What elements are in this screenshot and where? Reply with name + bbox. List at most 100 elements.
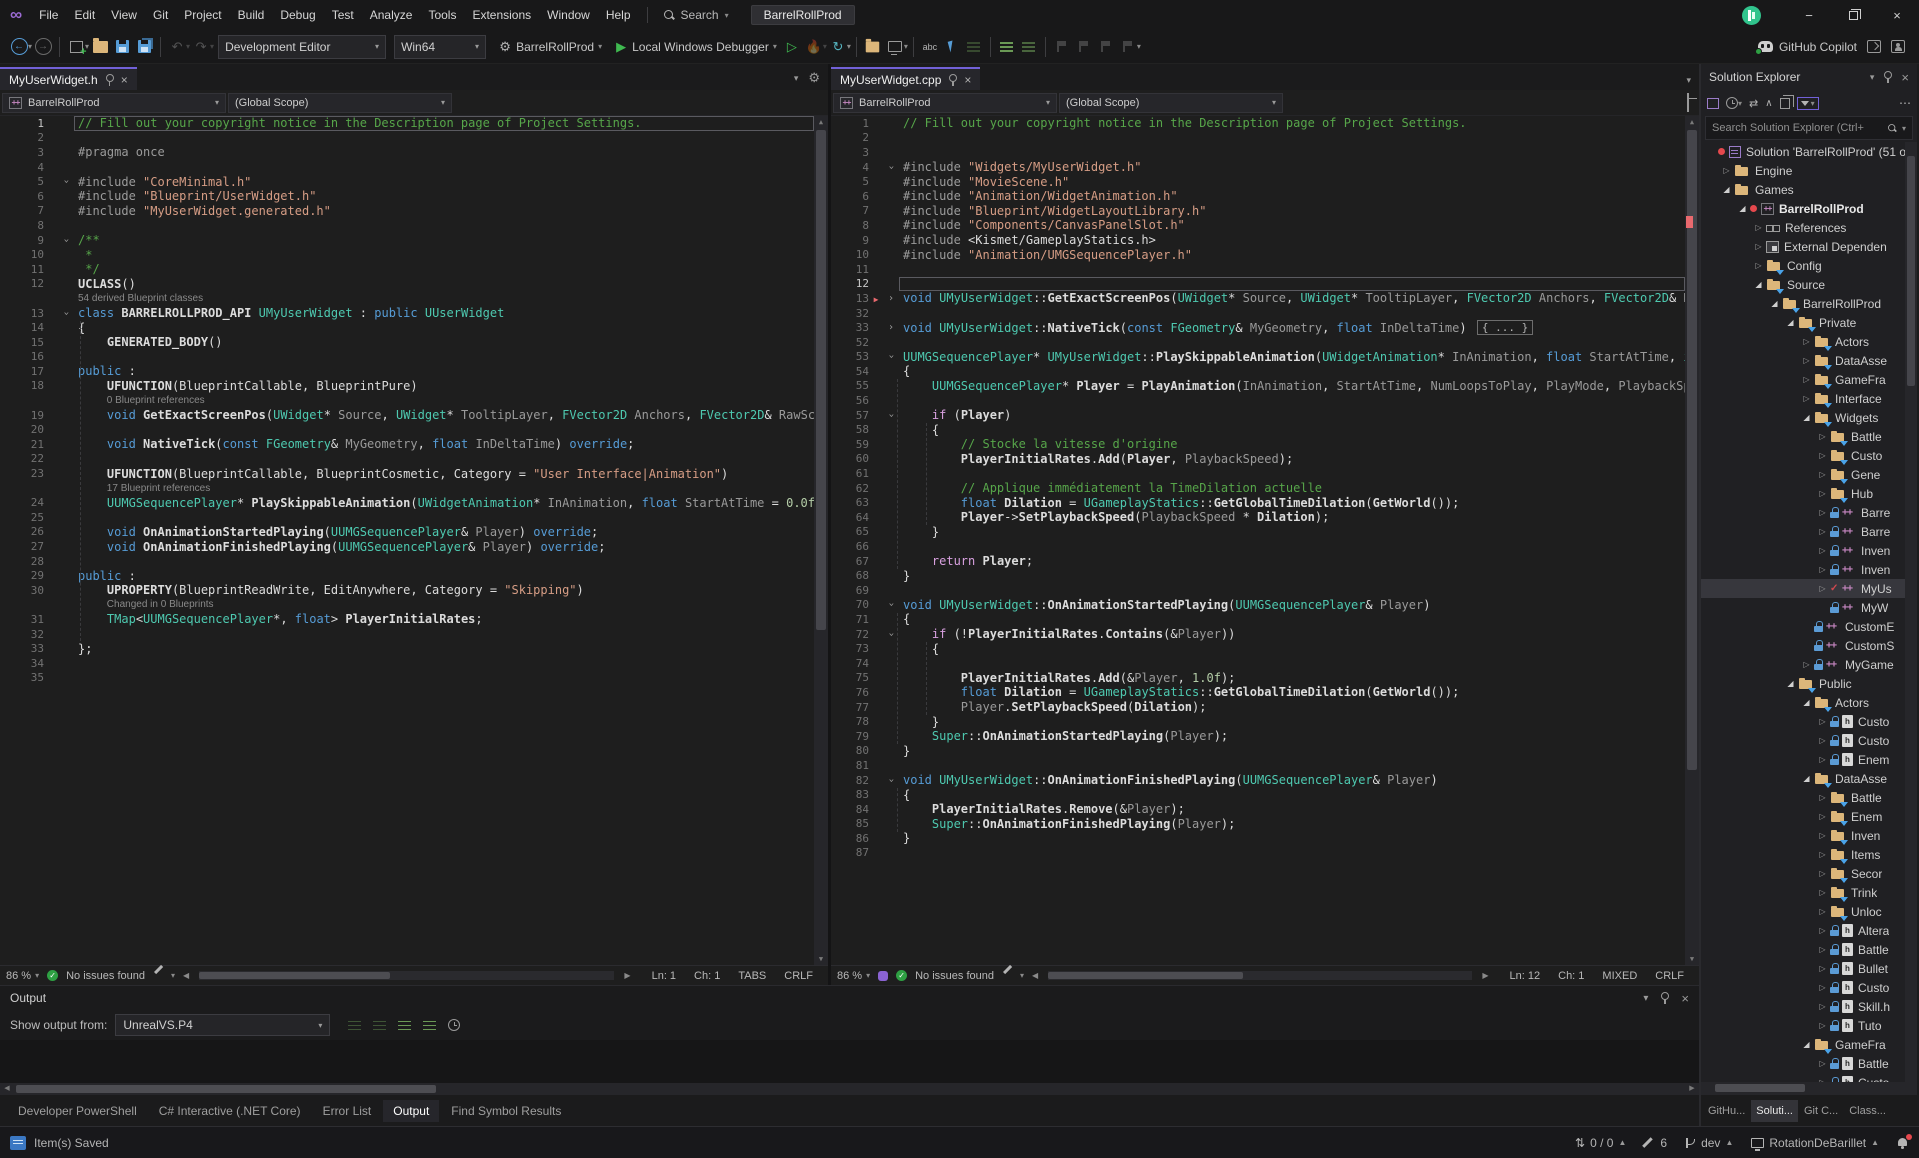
- expander-closed-icon[interactable]: ▷: [1817, 888, 1828, 897]
- next-message-icon[interactable]: [373, 1020, 386, 1031]
- scroll-up-icon[interactable]: ▲: [1685, 116, 1699, 128]
- code-text[interactable]: {: [899, 364, 1685, 379]
- expander-closed-icon[interactable]: ▷: [1817, 717, 1828, 726]
- zoom-dropdown[interactable]: 86 %▾: [837, 970, 870, 982]
- code-line[interactable]: 60 PlayerInitialRates.Add(Player, Playba…: [831, 452, 1685, 467]
- code-text[interactable]: };: [74, 641, 814, 656]
- code-text[interactable]: }: [899, 714, 1685, 729]
- code-text[interactable]: UPROPERTY(BlueprintReadWrite, EditAnywhe…: [74, 583, 814, 598]
- fold-toggle[interactable]: ›: [883, 162, 899, 173]
- code-line[interactable]: 58 {: [831, 422, 1685, 437]
- clear-all-icon[interactable]: [398, 1020, 411, 1031]
- code-text[interactable]: void GetExactScreenPos(UWidget* Source, …: [74, 408, 814, 423]
- expander-closed-icon[interactable]: ▷: [1817, 907, 1828, 916]
- tree-item-inven[interactable]: ▷++Inven: [1701, 560, 1917, 579]
- code-line[interactable]: 11 */: [0, 262, 814, 277]
- solution-configuration-dropdown[interactable]: Development Editor▾: [218, 35, 386, 59]
- code-line[interactable]: 5›#include "CoreMinimal.h": [0, 174, 814, 189]
- tree-item-battle[interactable]: ▷Battle: [1701, 788, 1917, 807]
- expander-closed-icon[interactable]: ▷: [1817, 945, 1828, 954]
- redo-button[interactable]: ↷: [191, 35, 211, 59]
- code-text[interactable]: }: [899, 568, 1685, 583]
- show-all-files-button[interactable]: [1780, 98, 1790, 109]
- navigate-backward-button[interactable]: ←: [9, 35, 29, 59]
- code-text[interactable]: [74, 671, 814, 686]
- code-text[interactable]: public :: [74, 364, 814, 379]
- preview-window-button[interactable]: [885, 35, 905, 59]
- health-check-icon[interactable]: ✓: [896, 970, 907, 981]
- expander-closed-icon[interactable]: ▷: [1817, 964, 1828, 973]
- save-all-button[interactable]: [134, 35, 154, 59]
- menu-item-extensions[interactable]: Extensions: [464, 0, 539, 30]
- code-text[interactable]: */: [74, 262, 814, 277]
- pin-icon[interactable]: [1883, 71, 1892, 83]
- code-line[interactable]: 86}: [831, 831, 1685, 846]
- code-text[interactable]: }: [899, 525, 1685, 540]
- toggle-bookmark-button[interactable]: [1052, 35, 1072, 59]
- code-text[interactable]: {: [74, 320, 814, 335]
- tree-item-custo[interactable]: ▷hCusto: [1701, 978, 1917, 997]
- menu-item-debug[interactable]: Debug: [272, 0, 323, 30]
- scroll-left-icon[interactable]: ◀: [1032, 971, 1038, 980]
- expander-closed-icon[interactable]: ▷: [1753, 223, 1764, 232]
- expander-closed-icon[interactable]: ▷: [1817, 869, 1828, 878]
- code-line[interactable]: 3#pragma once: [0, 145, 814, 160]
- code-line[interactable]: 13▶›void UMyUserWidget::GetExactScreenPo…: [831, 291, 1685, 306]
- code-line[interactable]: 27 void OnAnimationFinishedPlaying(UUMGS…: [0, 539, 814, 554]
- search-button[interactable]: Search ▾: [656, 6, 737, 24]
- send-feedback-icon[interactable]: [1867, 40, 1881, 53]
- sync-with-active-document-button[interactable]: ⇄: [1749, 97, 1758, 110]
- tree-item-battle[interactable]: ▷hBattle: [1701, 940, 1917, 959]
- code-line[interactable]: 55 UUMGSequencePlayer* Player = PlayAnim…: [831, 379, 1685, 394]
- code-text[interactable]: [899, 131, 1685, 146]
- code-text[interactable]: UUMGSequencePlayer* UMyUserWidget::PlayS…: [899, 350, 1685, 365]
- code-line[interactable]: 10 *: [0, 247, 814, 262]
- tree-item-hub[interactable]: ▷Hub: [1701, 484, 1917, 503]
- expander-closed-icon[interactable]: ▷: [1817, 812, 1828, 821]
- code-text[interactable]: [899, 335, 1685, 350]
- code-line[interactable]: 12: [831, 277, 1685, 292]
- expander-closed-icon[interactable]: ▷: [1817, 565, 1828, 574]
- menu-item-help[interactable]: Help: [598, 0, 639, 30]
- code-line[interactable]: 1// Fill out your copyright notice in th…: [0, 116, 814, 131]
- tree-item-gamefra[interactable]: ◢GameFra: [1701, 1035, 1917, 1054]
- code-text[interactable]: [899, 466, 1685, 481]
- tree-item-trink[interactable]: ▷Trink: [1701, 883, 1917, 902]
- code-text[interactable]: [74, 554, 814, 569]
- filter-button[interactable]: ▾: [1797, 97, 1819, 110]
- chevron-down-icon[interactable]: ▾: [904, 42, 908, 51]
- code-line[interactable]: 9#include <Kismet/GameplayStatics.h>: [831, 233, 1685, 248]
- code-line[interactable]: 52: [831, 335, 1685, 350]
- code-line[interactable]: 32: [0, 627, 814, 642]
- tool-tab-class-[interactable]: Class...: [1844, 1100, 1891, 1122]
- code-line[interactable]: 9›/**: [0, 233, 814, 248]
- code-text[interactable]: #include "MyUserWidget.generated.h": [74, 204, 814, 219]
- tree-item-battle[interactable]: ▷hBattle: [1701, 1054, 1917, 1073]
- find-in-files-button[interactable]: [863, 35, 883, 59]
- line-ending-indicator[interactable]: CRLF: [775, 970, 822, 982]
- code-text[interactable]: void UMyUserWidget::NativeTick(const FGe…: [899, 320, 1685, 335]
- code-text[interactable]: {: [899, 787, 1685, 802]
- scrollbar-thumb[interactable]: [16, 1085, 436, 1093]
- expander-open-icon[interactable]: ◢: [1801, 698, 1812, 707]
- previous-bookmark-button[interactable]: [1074, 35, 1094, 59]
- fold-toggle[interactable]: ›: [883, 599, 899, 610]
- code-text[interactable]: #pragma once: [74, 145, 814, 160]
- code-line[interactable]: 57› if (Player): [831, 408, 1685, 423]
- code-text[interactable]: #include "Components/CanvasPanelSlot.h": [899, 218, 1685, 233]
- bottom-tab-output[interactable]: Output: [383, 1100, 439, 1122]
- tree-item-custo[interactable]: ▷hCusto: [1701, 731, 1917, 750]
- code-text[interactable]: [899, 846, 1685, 861]
- save-button[interactable]: [112, 35, 132, 59]
- code-line[interactable]: 25: [0, 510, 814, 525]
- code-text[interactable]: PlayerInitialRates.Add(Player, PlaybackS…: [899, 452, 1685, 467]
- expander-closed-icon[interactable]: ▷: [1817, 527, 1828, 536]
- code-text[interactable]: public :: [74, 568, 814, 583]
- code-line[interactable]: 79 Super::OnAnimationStartedPlaying(Play…: [831, 729, 1685, 744]
- previous-message-icon[interactable]: [348, 1020, 361, 1031]
- code-text[interactable]: [899, 262, 1685, 277]
- bottom-tab-error-list[interactable]: Error List: [313, 1100, 382, 1122]
- expander-closed-icon[interactable]: ▷: [1817, 736, 1828, 745]
- fold-toggle[interactable]: ›: [58, 176, 74, 187]
- tool-tab-git-c-[interactable]: Git C...: [1799, 1100, 1843, 1122]
